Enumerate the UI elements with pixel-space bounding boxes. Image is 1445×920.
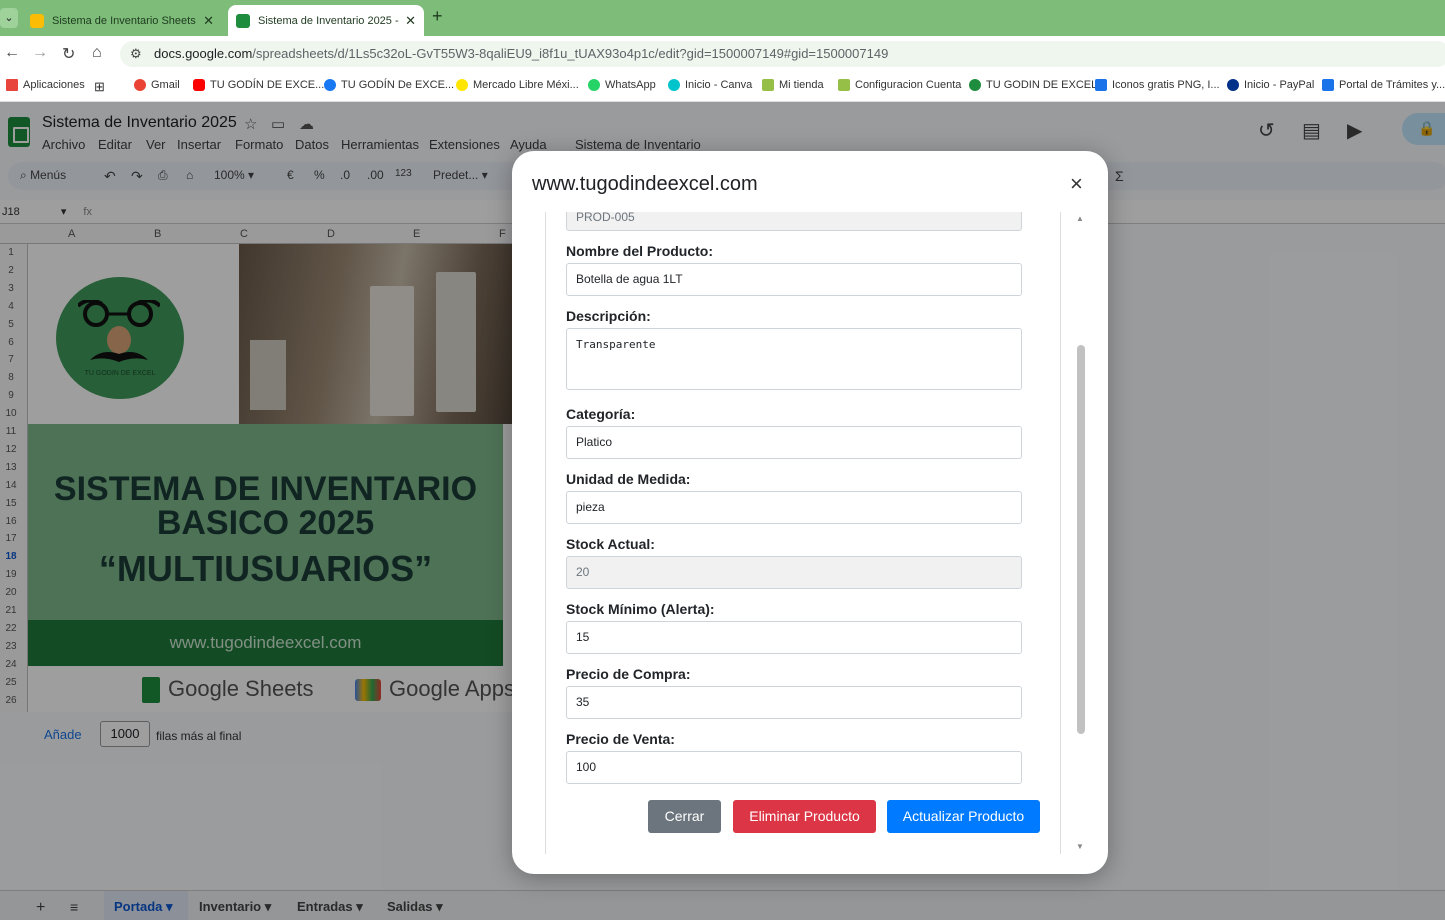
shopify-icon [838, 79, 850, 91]
forward-icon[interactable]: → [32, 44, 48, 62]
scroll-up-icon[interactable]: ▲ [1076, 214, 1084, 223]
bookmark-iconos[interactable]: Iconos gratis PNG, I... [1095, 79, 1220, 91]
tab-title: Sistema de Inventario 2025 - H [258, 14, 400, 27]
close-tab-icon[interactable]: ✕ [203, 13, 214, 29]
tab-search-menu-icon[interactable]: ⌄ [0, 8, 18, 28]
bookmark-paypal[interactable]: Inicio - PayPal [1227, 79, 1314, 91]
min-stock-input[interactable]: 15 [566, 621, 1022, 654]
purchase-price-input[interactable]: 35 [566, 686, 1022, 719]
home-icon[interactable]: ⌂ [92, 44, 102, 62]
category-input[interactable]: Platico [566, 426, 1022, 459]
bookmark-youtube[interactable]: TU GODÍN DE EXCE... [193, 79, 324, 91]
drive-favicon-icon [30, 13, 44, 28]
close-tab-icon[interactable]: ✕ [405, 13, 416, 29]
grid-icon[interactable]: ⊞ [94, 79, 105, 95]
url-domain: docs.google.com [154, 46, 253, 61]
bookmark-mercadolibre[interactable]: Mercado Libre Méxi... [456, 79, 579, 91]
mercadolibre-icon [456, 79, 468, 91]
bookmark-whatsapp[interactable]: WhatsApp [588, 79, 656, 91]
tab-title: Sistema de Inventario Sheets 20 [52, 14, 198, 27]
bookmark-facebook[interactable]: TU GODÍN De EXCE... [324, 79, 454, 91]
sale-price-label: Precio de Venta: [566, 731, 675, 747]
bookmark-canva[interactable]: Inicio - Canva [668, 79, 752, 91]
browser-tab-1[interactable]: Sistema de Inventario Sheets 20 ✕ [22, 5, 222, 36]
site-info-icon[interactable]: ⚙ [130, 46, 142, 62]
paypal-icon [1227, 79, 1239, 91]
tugodin-icon [969, 79, 981, 91]
unit-label: Unidad de Medida: [566, 471, 691, 487]
delete-product-button[interactable]: Eliminar Producto [733, 800, 876, 833]
whatsapp-icon [588, 79, 600, 91]
shopify-icon [762, 79, 774, 91]
description-textarea[interactable]: Transparente [566, 328, 1022, 390]
dialog-title: www.tugodindeexcel.com [532, 173, 758, 195]
product-name-input[interactable]: Botella de agua 1LT [566, 263, 1022, 296]
bookmark-apps[interactable]: Aplicaciones [6, 79, 85, 91]
scrollbar-thumb[interactable] [1077, 345, 1085, 734]
close-button[interactable]: Cerrar [648, 800, 721, 833]
description-label: Descripción: [566, 308, 651, 324]
close-icon[interactable]: × [1070, 171, 1083, 197]
canva-icon [668, 79, 680, 91]
unit-input[interactable]: pieza [566, 491, 1022, 524]
sale-price-input[interactable]: 100 [566, 751, 1022, 784]
portal-icon [1322, 79, 1334, 91]
name-label: Nombre del Producto: [566, 243, 714, 259]
reload-icon[interactable]: ↻ [62, 44, 75, 64]
facebook-icon [324, 79, 336, 91]
purchase-price-label: Precio de Compra: [566, 666, 691, 682]
bookmark-gmail[interactable]: Gmail [134, 79, 180, 91]
apps-grid-icon [6, 79, 18, 91]
update-product-button[interactable]: Actualizar Producto [887, 800, 1040, 833]
bookmark-tu-godin[interactable]: TU GODIN DE EXCEL [969, 79, 1097, 91]
bookmark-configuracion[interactable]: Configuracion Cuenta [838, 79, 961, 91]
stock-label: Stock Actual: [566, 536, 655, 552]
scroll-down-icon[interactable]: ▼ [1076, 842, 1084, 851]
flaticon-icon [1095, 79, 1107, 91]
min-stock-label: Stock Mínimo (Alerta): [566, 601, 715, 617]
bookmark-portal[interactable]: Portal de Trámites y... [1322, 79, 1445, 91]
back-icon[interactable]: ← [4, 44, 20, 62]
sheets-favicon-icon [236, 13, 250, 28]
browser-tab-2-active[interactable]: Sistema de Inventario 2025 - H ✕ [228, 5, 424, 36]
url-input[interactable]: docs.google.com/spreadsheets/d/1Ls5c32oL… [120, 41, 1445, 67]
youtube-icon [193, 79, 205, 91]
url-path: /spreadsheets/d/1Ls5c32oL-GvT55W3-8qaliE… [252, 46, 889, 61]
category-label: Categoría: [566, 406, 636, 422]
gmail-icon [134, 79, 146, 91]
bookmark-mi-tienda[interactable]: Mi tienda [762, 79, 824, 91]
new-tab-icon[interactable]: + [432, 6, 443, 27]
stock-current-field: 20 [566, 556, 1022, 589]
